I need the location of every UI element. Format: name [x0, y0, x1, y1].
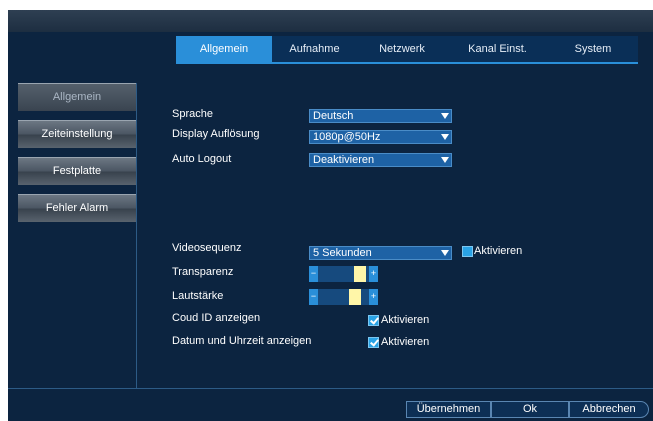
- sidebar-item-festplatte[interactable]: Festplatte: [18, 157, 136, 185]
- sequence-enable-label: Aktivieren: [474, 245, 523, 257]
- sidebar-divider: [136, 83, 137, 388]
- datetime-enable-label: Aktivieren: [381, 336, 430, 348]
- tab-system[interactable]: System: [548, 36, 638, 62]
- footer-divider: [8, 388, 653, 389]
- slider-knob[interactable]: [354, 266, 366, 282]
- cloud-id-checkbox[interactable]: [368, 315, 379, 326]
- sequence-value: 5 Sekunden: [313, 247, 372, 259]
- minus-icon[interactable]: −: [309, 289, 318, 305]
- autologout-value: Deaktivieren: [313, 154, 375, 166]
- sequence-enable-checkbox[interactable]: [462, 246, 473, 257]
- chevron-down-icon: [441, 250, 449, 256]
- tab-kanal-einst[interactable]: Kanal Einst.: [447, 36, 548, 62]
- slider-track[interactable]: [318, 289, 369, 305]
- cancel-button[interactable]: Abbrechen: [569, 401, 649, 418]
- ok-button[interactable]: Ok: [491, 401, 569, 418]
- resolution-select[interactable]: 1080p@50Hz: [309, 130, 452, 144]
- apply-button[interactable]: Übernehmen: [406, 401, 491, 418]
- chevron-down-icon: [441, 113, 449, 119]
- settings-window: Allgemein Aufnahme Netzwerk Kanal Einst.…: [8, 10, 653, 421]
- sidebar: Allgemein Zeiteinstellung Festplatte Feh…: [18, 83, 136, 231]
- slider-knob[interactable]: [349, 289, 361, 305]
- sequence-label: Videosequenz: [172, 242, 242, 254]
- transparency-slider[interactable]: − +: [309, 266, 378, 282]
- language-select[interactable]: Deutsch: [309, 109, 452, 123]
- language-value: Deutsch: [313, 110, 354, 122]
- chevron-down-icon: [441, 134, 449, 140]
- cloud-id-enable-label: Aktivieren: [381, 314, 430, 326]
- volume-label: Lautstärke: [172, 290, 224, 302]
- tab-allgemein[interactable]: Allgemein: [176, 36, 272, 62]
- tab-netzwerk[interactable]: Netzwerk: [357, 36, 447, 62]
- datetime-checkbox[interactable]: [368, 337, 379, 348]
- title-bar: [8, 10, 653, 32]
- autologout-label: Auto Logout: [172, 153, 232, 165]
- tab-aufnahme[interactable]: Aufnahme: [272, 36, 357, 62]
- language-label: Sprache: [172, 108, 213, 120]
- resolution-label: Display Auflösung: [172, 128, 260, 140]
- sidebar-item-allgemein[interactable]: Allgemein: [18, 83, 136, 111]
- tab-bar: Allgemein Aufnahme Netzwerk Kanal Einst.…: [176, 36, 638, 62]
- tab-underline: [176, 62, 638, 64]
- slider-track[interactable]: [318, 266, 369, 282]
- volume-slider[interactable]: − +: [309, 289, 378, 305]
- minus-icon[interactable]: −: [309, 266, 318, 282]
- cloud-id-label: Coud ID anzeigen: [172, 312, 261, 324]
- transparency-label: Transparenz: [172, 266, 234, 278]
- sidebar-item-fehler-alarm[interactable]: Fehler Alarm: [18, 194, 136, 222]
- plus-icon[interactable]: +: [369, 289, 378, 305]
- datetime-label: Datum und Uhrzeit anzeigen: [172, 335, 312, 347]
- plus-icon[interactable]: +: [369, 266, 378, 282]
- sequence-select[interactable]: 5 Sekunden: [309, 246, 452, 260]
- sidebar-item-zeiteinstellung[interactable]: Zeiteinstellung: [18, 120, 136, 148]
- autologout-select[interactable]: Deaktivieren: [309, 153, 452, 167]
- chevron-down-icon: [441, 157, 449, 163]
- resolution-value: 1080p@50Hz: [313, 131, 381, 143]
